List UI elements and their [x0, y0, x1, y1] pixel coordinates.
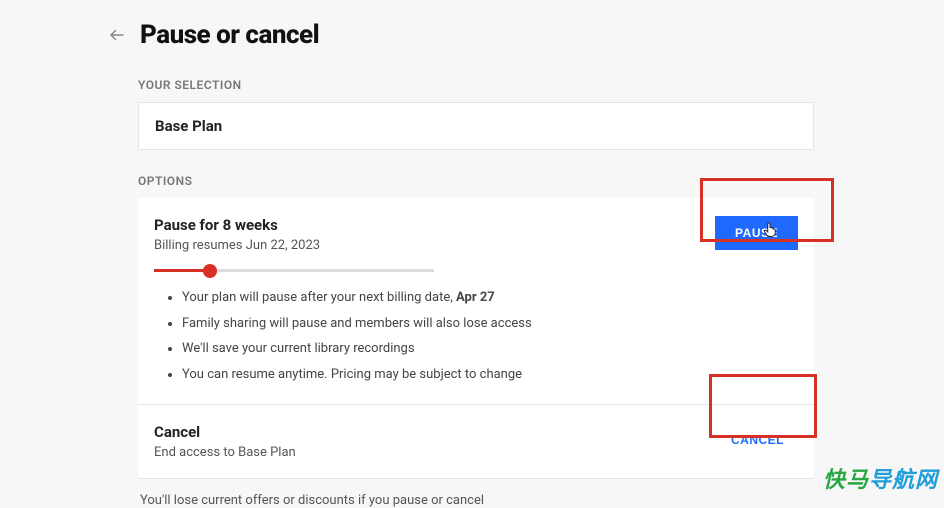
- cancel-option-title: Cancel: [154, 423, 717, 441]
- slider-thumb[interactable]: [203, 264, 217, 278]
- pause-duration-slider[interactable]: [154, 269, 434, 272]
- cancel-button[interactable]: CANCEL: [717, 423, 798, 457]
- bullet-text: Your plan will pause after your next bil…: [182, 290, 456, 305]
- list-item: We'll save your current library recordin…: [182, 339, 798, 359]
- selection-card: Base Plan: [138, 102, 814, 150]
- page-title: Pause or cancel: [140, 20, 319, 50]
- pause-option-card: Pause for 8 weeks Billing resumes Jun 22…: [138, 198, 814, 405]
- pause-option-subtitle: Billing resumes Jun 22, 2023: [154, 238, 715, 253]
- pause-option-title: Pause for 8 weeks: [154, 216, 715, 234]
- back-arrow-icon[interactable]: [108, 26, 126, 44]
- your-selection-label: YOUR SELECTION: [138, 78, 814, 92]
- list-item: Your plan will pause after your next bil…: [182, 288, 798, 308]
- billing-date: Apr 27: [456, 290, 495, 305]
- page-header: Pause or cancel: [0, 20, 944, 50]
- selected-plan-name: Base Plan: [155, 117, 797, 135]
- list-item: Family sharing will pause and members wi…: [182, 314, 798, 334]
- pause-button[interactable]: PAUSE: [715, 216, 798, 250]
- options-label: OPTIONS: [138, 174, 814, 188]
- slider-fill: [154, 269, 210, 272]
- pause-details-list: Your plan will pause after your next bil…: [154, 288, 798, 384]
- footer-warning: You'll lose current offers or discounts …: [138, 493, 814, 508]
- cancel-option-card: Cancel End access to Base Plan CANCEL: [138, 405, 814, 479]
- cancel-option-subtitle: End access to Base Plan: [154, 445, 717, 460]
- list-item: You can resume anytime. Pricing may be s…: [182, 365, 798, 385]
